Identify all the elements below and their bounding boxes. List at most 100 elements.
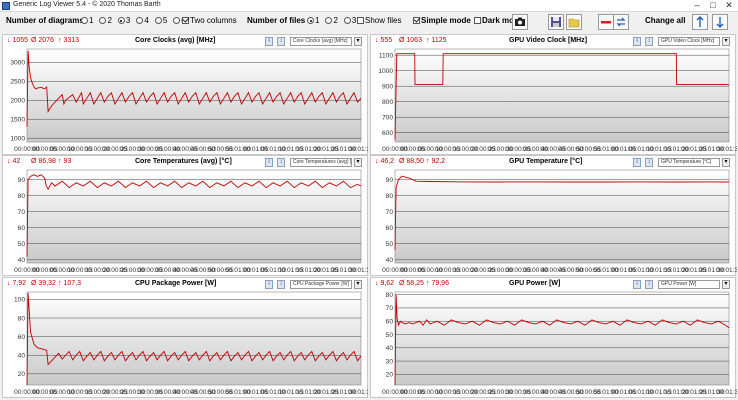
diagram-radio-2[interactable]: 2 — [99, 16, 112, 25]
arrow-down-icon[interactable] — [712, 14, 728, 30]
y-tick-label: 60 — [18, 334, 26, 341]
y-tick-label: 20 — [386, 372, 394, 379]
y-tick-label: 2500 — [10, 79, 25, 86]
y-tick-label: 1000 — [378, 68, 393, 75]
x-tick-label: 00:01:35 — [716, 389, 737, 396]
y-tick-label: 70 — [386, 209, 394, 216]
y-tick-label: 40 — [386, 257, 394, 264]
minus-red-icon[interactable] — [598, 14, 614, 30]
diagram-chart: 2040608010000:00:0000:00:0500:00:1000:00… — [14, 291, 369, 396]
y-tick-label: 20 — [18, 371, 26, 378]
plot-area — [26, 291, 362, 386]
title-bar: Generic Log Viewer 5.4 - © 2020 Thomas B… — [0, 0, 738, 12]
plot-area — [26, 48, 362, 143]
y-tick-label: 80 — [18, 193, 26, 200]
y-tick-label: 700 — [382, 115, 393, 122]
diagram-radio-4[interactable]: 4 — [136, 16, 149, 25]
diagram-panel: ↓ 1055 Ø 2076 ↑ 3313 Core Clocks (avg) [MHz… — [2, 34, 369, 155]
y-tick-label: 900 — [382, 84, 393, 91]
dark-mode-check-icon — [474, 17, 481, 24]
radio-icon — [81, 17, 88, 24]
diagram-radio-1[interactable]: 1 — [81, 16, 93, 25]
file-radio-3[interactable]: 3 — [343, 16, 357, 25]
diagram-radio-5[interactable]: 5 — [154, 16, 168, 25]
window-title: Generic Log Viewer 5.4 - © 2020 Thomas B… — [13, 1, 161, 8]
change-all-label: Change all — [645, 16, 686, 25]
diagram-chart: 1000150020002500300000:00:0000:00:0500:0… — [10, 48, 369, 153]
diagram-chart: 6007008009001000110000:00:0000:00:0500:0… — [378, 48, 737, 153]
maximize-button[interactable]: □ — [705, 0, 721, 11]
y-tick-label: 40 — [386, 345, 394, 352]
diagram-panel: ↓ 9,62 Ø 58,25 ↑ 79,96 GPU Power [W] i ↕ GPU P… — [370, 277, 737, 398]
y-tick-label: 80 — [386, 193, 394, 200]
y-tick-label: 800 — [382, 99, 393, 106]
file-radio-1[interactable]: 1 — [307, 16, 319, 25]
y-tick-label: 40 — [18, 257, 26, 264]
y-tick-label: 50 — [386, 332, 394, 339]
y-tick-label: 60 — [386, 225, 394, 232]
minimize-button[interactable]: – — [689, 0, 705, 11]
file-radio-label: 3 — [351, 16, 357, 25]
show-files-checkbox[interactable]: Show files — [357, 16, 401, 26]
diagram-chart: 2030405060708000:00:0000:00:0500:00:1000… — [382, 291, 737, 396]
y-tick-label: 40 — [18, 353, 26, 360]
two-columns-checkbox[interactable]: Two columns — [182, 16, 237, 26]
simple-mode-checkbox[interactable]: Simple mode — [413, 16, 471, 26]
y-tick-label: 60 — [386, 319, 394, 326]
radio-icon — [307, 17, 314, 24]
y-tick-label: 90 — [18, 177, 26, 184]
camera-icon[interactable] — [512, 14, 528, 30]
simple-mode-check-icon — [413, 17, 420, 24]
y-tick-label: 30 — [386, 358, 394, 365]
x-tick-label: 00:01:35 — [348, 389, 369, 396]
diagram-radio-label: 5 — [162, 16, 168, 25]
column-separator — [368, 32, 370, 400]
diagram-radio-3[interactable]: 3 — [117, 16, 131, 25]
close-button[interactable]: ✕ — [721, 0, 737, 11]
radio-icon — [325, 17, 333, 24]
y-tick-label: 600 — [382, 130, 393, 137]
y-tick-label: 2000 — [10, 98, 25, 105]
y-tick-label: 50 — [386, 241, 394, 248]
diagram-radio-label: 3 — [125, 16, 131, 25]
show-files-check-icon — [357, 17, 364, 24]
y-tick-label: 3000 — [10, 60, 25, 67]
arrow-up-icon[interactable] — [692, 14, 708, 30]
radio-icon — [173, 17, 181, 24]
y-tick-label: 90 — [386, 177, 394, 184]
x-tick-label: 00:01:35 — [716, 267, 737, 274]
y-tick-label: 60 — [18, 225, 26, 232]
y-tick-label: 1000 — [10, 136, 25, 143]
plot-area — [394, 48, 730, 143]
diagram-panel: ↓ 7,92 Ø 39,32 ↑ 107,3 CPU Package Power [W… — [2, 277, 369, 398]
app-icon — [2, 2, 10, 10]
save-icon[interactable] — [548, 14, 564, 30]
diagram-panel: ↓ 46,2 Ø 88,50 ↑ 92,2 GPU Temperature [°C] i… — [370, 155, 737, 276]
radio-icon — [99, 17, 107, 24]
x-tick-label: 00:01:35 — [716, 146, 737, 153]
plot-area — [394, 169, 730, 264]
x-tick-label: 00:01:35 — [348, 267, 369, 274]
y-tick-label: 50 — [18, 241, 26, 248]
radio-icon — [154, 17, 162, 24]
diagram-chart: 40506070809000:00:0000:00:0500:00:1000:0… — [382, 169, 737, 274]
two-columns-check-icon — [182, 17, 189, 24]
y-tick-label: 70 — [386, 305, 394, 312]
file-radio-label: 2 — [333, 16, 338, 25]
radio-icon — [117, 17, 125, 24]
folder-icon[interactable] — [566, 14, 582, 30]
radio-icon — [136, 17, 144, 24]
file-radio-2[interactable]: 2 — [325, 16, 338, 25]
diagram-radio-label: 4 — [144, 16, 149, 25]
file-radio-group: 1 2 3 — [307, 16, 362, 26]
diagram-radio-group: 123456 — [81, 16, 192, 26]
plot-area — [394, 291, 730, 386]
diagram-radio-label: 1 — [89, 16, 94, 25]
num-diagrams-label: Number of diagrams — [6, 16, 84, 25]
x-tick-label: 00:01:35 — [348, 146, 369, 153]
refresh-icon[interactable] — [613, 14, 629, 30]
y-tick-label: 70 — [18, 209, 26, 216]
log-viewer-window: Generic Log Viewer 5.4 - © 2020 Thomas B… — [0, 0, 738, 400]
diagram-chart: 40506070809000:00:0000:00:0500:00:1000:0… — [14, 169, 369, 274]
file-radio-label: 1 — [315, 16, 320, 25]
